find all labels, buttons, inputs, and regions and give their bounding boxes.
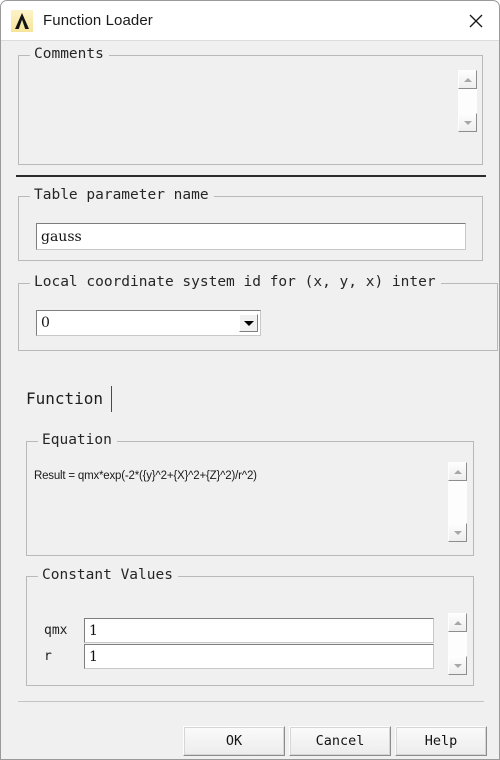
table-parameter-legend: Table parameter name bbox=[30, 187, 214, 203]
comments-group: Comments bbox=[18, 46, 483, 165]
close-icon[interactable] bbox=[453, 1, 499, 40]
cancel-button[interactable]: Cancel bbox=[289, 726, 391, 756]
table-parameter-input[interactable]: gauss bbox=[36, 223, 466, 250]
lambda-icon bbox=[11, 9, 33, 32]
constant-value-r[interactable]: 1 bbox=[84, 644, 434, 669]
footer-separator bbox=[18, 701, 484, 702]
local-coordinate-legend: Local coordinate system id for (x, y, x)… bbox=[30, 274, 441, 290]
tab-function[interactable]: Function bbox=[26, 386, 113, 412]
scrollbar-track[interactable] bbox=[448, 632, 467, 656]
scrollbar-track[interactable] bbox=[458, 89, 477, 113]
section-separator bbox=[16, 175, 486, 177]
comments-scrollbar[interactable] bbox=[458, 70, 477, 132]
window-title: Function Loader bbox=[43, 12, 153, 29]
table-parameter-group: Table parameter name gauss bbox=[18, 187, 483, 261]
title-bar: Function Loader bbox=[1, 1, 499, 41]
scroll-down-icon[interactable] bbox=[458, 113, 477, 132]
scroll-down-icon[interactable] bbox=[448, 656, 467, 675]
constant-values-legend: Constant Values bbox=[38, 567, 178, 583]
equation-group: Equation Result = qmx*exp(-2*({y}^2+{X}^… bbox=[26, 432, 474, 556]
help-button[interactable]: Help bbox=[395, 726, 487, 756]
dialog-body: Comments Table parameter name gauss Loca… bbox=[1, 41, 499, 759]
scrollbar-track[interactable] bbox=[448, 481, 467, 523]
constant-value-qmx[interactable]: 1 bbox=[84, 618, 434, 643]
chevron-down-icon[interactable] bbox=[239, 314, 258, 332]
comments-textarea[interactable] bbox=[22, 60, 460, 160]
scroll-up-icon[interactable] bbox=[448, 462, 467, 481]
local-coordinate-group: Local coordinate system id for (x, y, x)… bbox=[18, 274, 498, 351]
scroll-up-icon[interactable] bbox=[448, 613, 467, 632]
tab-bar: Function bbox=[26, 386, 113, 412]
equation-text[interactable]: Result = qmx*exp(-2*({y}^2+{X}^2+{Z}^2)/… bbox=[34, 470, 257, 482]
local-coordinate-select[interactable]: 0 bbox=[36, 310, 261, 336]
equation-scrollbar[interactable] bbox=[448, 462, 467, 542]
function-loader-window: Function Loader Comments Table parameter… bbox=[0, 0, 500, 760]
equation-legend: Equation bbox=[38, 432, 117, 448]
constants-scrollbar[interactable] bbox=[448, 613, 467, 675]
constant-name-r: r bbox=[44, 649, 52, 664]
constant-values-group: Constant Values qmx 1 r 1 bbox=[26, 567, 474, 686]
scroll-up-icon[interactable] bbox=[458, 70, 477, 89]
local-coordinate-value: 0 bbox=[41, 315, 50, 331]
ok-button[interactable]: OK bbox=[183, 726, 285, 756]
scroll-down-icon[interactable] bbox=[448, 523, 467, 542]
constant-name-qmx: qmx bbox=[44, 623, 68, 638]
